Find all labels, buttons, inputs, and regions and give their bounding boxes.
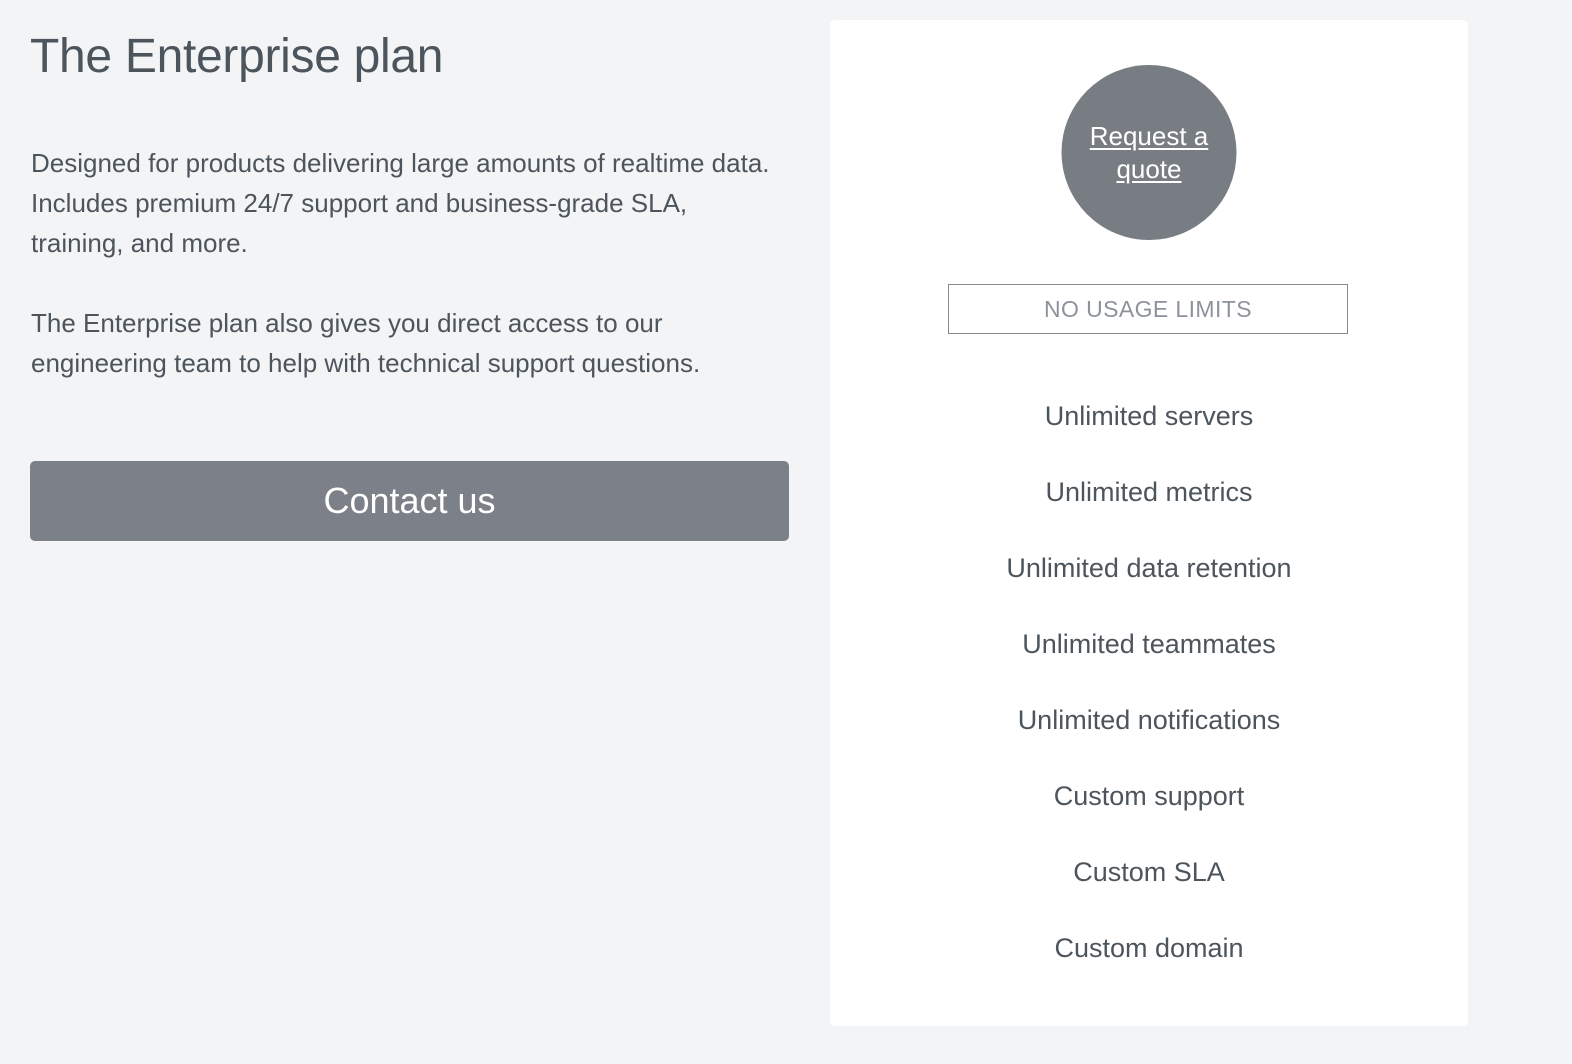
page-title: The Enterprise plan (30, 30, 444, 83)
plan-description-paragraph-2: The Enterprise plan also gives you direc… (31, 308, 701, 378)
plan-description-column: The Enterprise plan Designed for product… (30, 0, 790, 1064)
list-item: Custom support (1053, 781, 1245, 811)
list-item: Unlimited teammates (1022, 629, 1276, 659)
list-item: Unlimited metrics (1045, 477, 1253, 507)
list-item: Custom domain (1054, 933, 1244, 963)
contact-us-button[interactable]: Contact us (30, 461, 789, 541)
request-a-quote-badge[interactable]: Request a quote (1061, 65, 1237, 240)
plan-features-card: Request a quote NO USAGE LIMITS Unlimite… (830, 20, 1468, 1026)
list-item: Unlimited notifications (1017, 705, 1281, 735)
list-item: Unlimited servers (1044, 401, 1254, 431)
plan-description-paragraph-1: Designed for products delivering large a… (31, 148, 770, 258)
feature-list: Unlimited servers Unlimited metrics Unli… (830, 378, 1468, 986)
request-a-quote-link[interactable]: Request a quote (1084, 120, 1214, 186)
no-usage-limits-box: NO USAGE LIMITS (948, 284, 1348, 334)
no-usage-limits-label: NO USAGE LIMITS (1044, 295, 1252, 322)
list-item: Custom SLA (1073, 857, 1225, 887)
pricing-page: The Enterprise plan Designed for product… (0, 0, 1572, 1064)
list-item: Unlimited data retention (1006, 553, 1292, 583)
